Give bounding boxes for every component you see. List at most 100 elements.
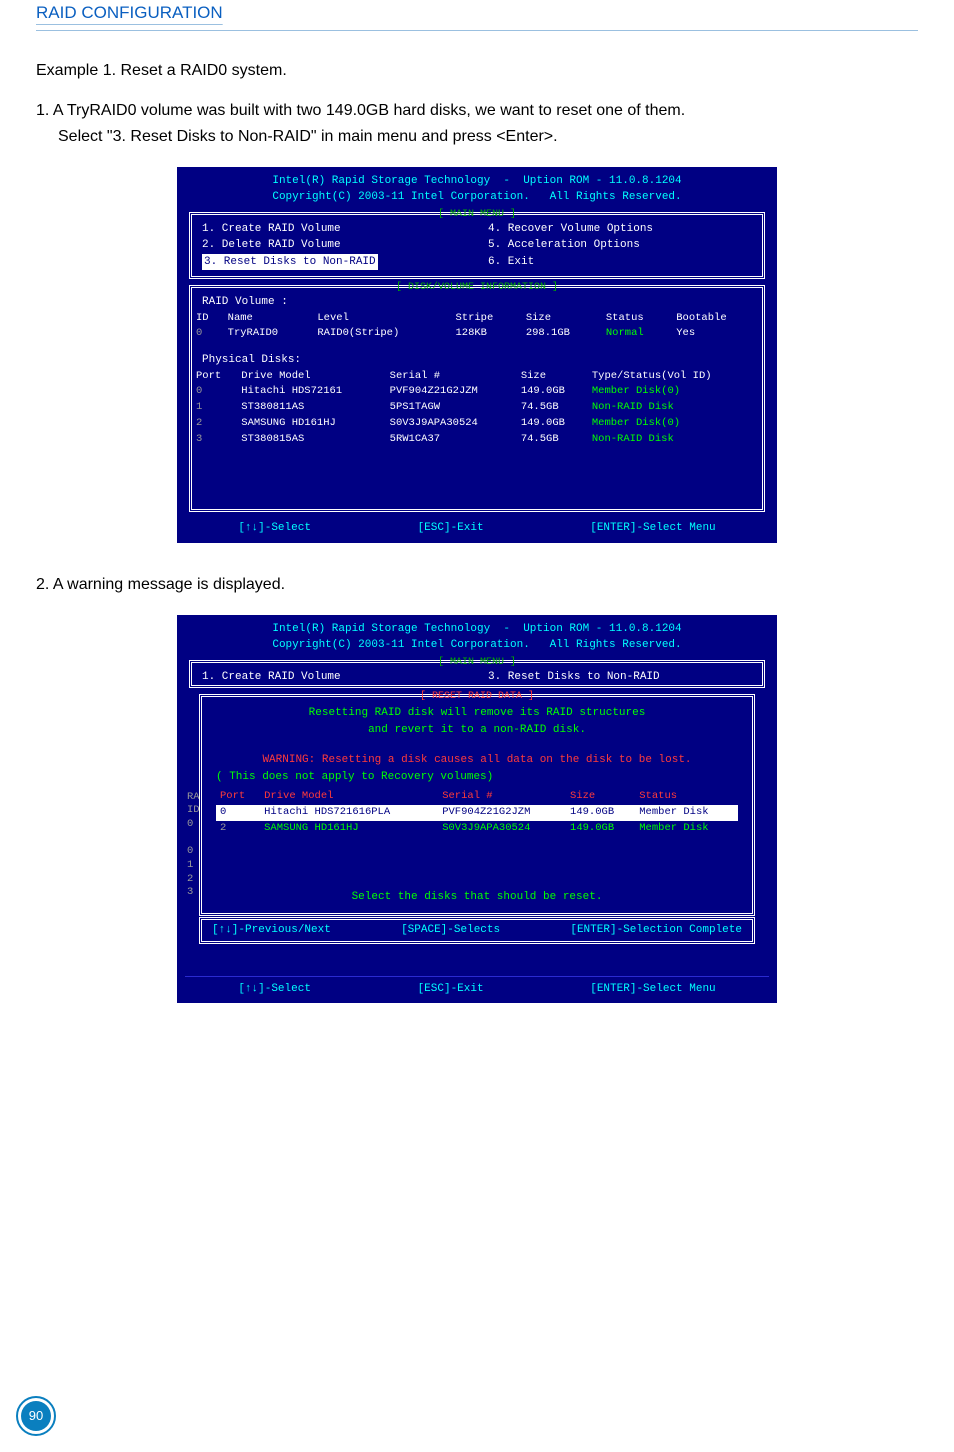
phys-disks-label: Physical Disks: bbox=[202, 352, 762, 369]
main-menu-label: [ MAIN MENU ] bbox=[434, 207, 520, 222]
page-number-badge: 90 bbox=[16, 1396, 56, 1436]
disk-info-label: [ DISK/VOLUME INFORMATION ] bbox=[392, 280, 562, 295]
left-margin-numbers: RA ID 0 0 1 2 3 bbox=[187, 791, 200, 900]
rtr0-serial: PVF904Z21G2JZM bbox=[438, 805, 566, 821]
section-title: RAID CONFIGURATION bbox=[36, 3, 223, 22]
reset-warning: WARNING: Resetting a disk causes all dat… bbox=[216, 752, 738, 769]
footer-exit: [ESC]-Exit bbox=[418, 520, 484, 537]
bios2-title-2: Copyright(C) 2003-11 Intel Corporation. … bbox=[185, 637, 769, 654]
pr3-model: ST380815AS bbox=[237, 432, 385, 448]
menu-item-reset-highlight: 3. Reset Disks to Non-RAID bbox=[202, 254, 378, 271]
inner-footer-space: [SPACE]-Selects bbox=[401, 922, 500, 939]
ph-port: Port bbox=[192, 369, 237, 385]
pr1-serial: 5PS1TAGW bbox=[386, 400, 517, 416]
raid-volume-label: RAID Volume : bbox=[202, 294, 762, 311]
rtr1-serial: S0V3J9APA30524 bbox=[438, 821, 566, 837]
rv-bootable: Yes bbox=[672, 326, 762, 342]
rtr0-port: 0 bbox=[216, 805, 260, 821]
rv-status: Normal bbox=[602, 326, 672, 342]
footer2-select: [↑↓]-Select bbox=[238, 981, 311, 998]
pr3-serial: 5RW1CA37 bbox=[386, 432, 517, 448]
pr2-serial: S0V3J9APA30524 bbox=[386, 416, 517, 432]
bios2-title-1: Intel(R) Rapid Storage Technology - Upti… bbox=[185, 621, 769, 638]
example-title: Example 1. Reset a RAID0 system. bbox=[36, 59, 918, 83]
rth-status: Status bbox=[635, 789, 738, 805]
menu-item-delete[interactable]: 2. Delete RAID Volume bbox=[202, 237, 466, 254]
bios-title-2: Copyright(C) 2003-11 Intel Corporation. … bbox=[185, 189, 769, 206]
rtr1-model: SAMSUNG HD161HJ bbox=[260, 821, 438, 837]
pr0-model: Hitachi HDS72161 bbox=[237, 384, 385, 400]
rtr0-model: Hitachi HDS721616PLA bbox=[260, 805, 438, 821]
main-menu-box: [ MAIN MENU ] 1. Create RAID Volume 2. D… bbox=[189, 212, 765, 280]
rv-name: TryRAID0 bbox=[224, 326, 314, 342]
pr2-port: 2 bbox=[192, 416, 237, 432]
inner-footer: [↑↓]-Previous/Next [SPACE]-Selects [ENTE… bbox=[199, 917, 755, 944]
pr2-type: Member Disk(0) bbox=[588, 416, 762, 432]
bios-screenshot-2: Intel(R) Rapid Storage Technology - Upti… bbox=[36, 615, 918, 1003]
rh-id: ID bbox=[192, 311, 224, 327]
footer2-exit: [ESC]-Exit bbox=[418, 981, 484, 998]
bios-title-1: Intel(R) Rapid Storage Technology - Upti… bbox=[185, 173, 769, 190]
menu-item-accel[interactable]: 5. Acceleration Options bbox=[488, 237, 752, 254]
step-1-line-1: 1. A TryRAID0 volume was built with two … bbox=[36, 99, 918, 123]
rth-port: Port bbox=[216, 789, 260, 805]
rh-level: Level bbox=[313, 311, 451, 327]
rh-bootable: Bootable bbox=[672, 311, 762, 327]
ph-size: Size bbox=[517, 369, 588, 385]
menu-item-reset[interactable]: 3. Reset Disks to Non-RAID bbox=[202, 254, 466, 271]
pr0-port: 0 bbox=[192, 384, 237, 400]
menu-item-create[interactable]: 1. Create RAID Volume bbox=[202, 221, 466, 238]
rth-model: Drive Model bbox=[260, 789, 438, 805]
reset-line-2: and revert it to a non-RAID disk. bbox=[216, 722, 738, 739]
main-menu-box-2: [ MAIN MENU ] 1. Create RAID Volume 3. R… bbox=[189, 660, 765, 689]
pr2-model: SAMSUNG HD161HJ bbox=[237, 416, 385, 432]
section-header: RAID CONFIGURATION bbox=[36, 0, 918, 31]
menu2-item-create[interactable]: 1. Create RAID Volume bbox=[202, 669, 466, 686]
pr3-size: 74.5GB bbox=[517, 432, 588, 448]
rh-stripe: Stripe bbox=[451, 311, 521, 327]
pr2-size: 149.0GB bbox=[517, 416, 588, 432]
rtr0-size: 149.0GB bbox=[566, 805, 635, 821]
pr0-serial: PVF904Z21G2JZM bbox=[386, 384, 517, 400]
reset-select-prompt: Select the disks that should be reset. bbox=[216, 889, 738, 906]
reset-line-1: Resetting RAID disk will remove its RAID… bbox=[216, 705, 738, 722]
menu2-item-reset[interactable]: 3. Reset Disks to Non-RAID bbox=[488, 669, 752, 686]
ph-serial: Serial # bbox=[386, 369, 517, 385]
inner-footer-enter: [ENTER]-Selection Complete bbox=[570, 922, 742, 939]
bios-footer-2: [↑↓]-Select [ESC]-Exit [ENTER]-Select Me… bbox=[185, 976, 769, 1000]
reset-row-selected[interactable]: 0 Hitachi HDS721616PLA PVF904Z21G2JZM 14… bbox=[216, 805, 738, 821]
step-2: 2. A warning message is displayed. bbox=[36, 573, 918, 597]
pr0-type: Member Disk(0) bbox=[588, 384, 762, 400]
raid-volume-table: ID Name Level Stripe Size Status Bootabl… bbox=[192, 311, 762, 343]
disk-info-box: [ DISK/VOLUME INFORMATION ] RAID Volume … bbox=[189, 285, 765, 512]
bios-panel-1: Intel(R) Rapid Storage Technology - Upti… bbox=[177, 167, 777, 543]
rv-stripe: 128KB bbox=[451, 326, 521, 342]
pr3-type: Non-RAID Disk bbox=[588, 432, 762, 448]
rh-size: Size bbox=[522, 311, 602, 327]
phys-disks-table: Port Drive Model Serial # Size Type/Stat… bbox=[192, 369, 762, 448]
inner-footer-prev: [↑↓]-Previous/Next bbox=[212, 922, 331, 939]
ph-model: Drive Model bbox=[237, 369, 385, 385]
rth-serial: Serial # bbox=[438, 789, 566, 805]
reset-row-2[interactable]: 2 SAMSUNG HD161HJ S0V3J9APA30524 149.0GB… bbox=[216, 821, 738, 837]
pr1-type: Non-RAID Disk bbox=[588, 400, 762, 416]
pr1-model: ST380811AS bbox=[237, 400, 385, 416]
footer2-enter: [ENTER]-Select Menu bbox=[590, 981, 715, 998]
page-number: 90 bbox=[21, 1401, 51, 1431]
footer-select: [↑↓]-Select bbox=[238, 520, 311, 537]
bios-footer-1: [↑↓]-Select [ESC]-Exit [ENTER]-Select Me… bbox=[185, 520, 769, 539]
rv-id: 0 bbox=[192, 326, 224, 342]
rh-status: Status bbox=[602, 311, 672, 327]
rtr0-status: Member Disk bbox=[635, 805, 738, 821]
menu-item-recover[interactable]: 4. Recover Volume Options bbox=[488, 221, 752, 238]
rtr1-size: 149.0GB bbox=[566, 821, 635, 837]
pr1-size: 74.5GB bbox=[517, 400, 588, 416]
rtr1-port: 2 bbox=[216, 821, 260, 837]
reset-raid-box-bottom: WARNING: Resetting a disk causes all dat… bbox=[199, 744, 755, 916]
step-1-line-2: Select "3. Reset Disks to Non-RAID" in m… bbox=[58, 125, 918, 149]
pr1-port: 1 bbox=[192, 400, 237, 416]
rv-level: RAID0(Stripe) bbox=[313, 326, 451, 342]
reset-raid-box-top: [ RESET RAID DATA ] Resetting RAID disk … bbox=[199, 694, 755, 738]
menu-item-exit[interactable]: 6. Exit bbox=[488, 254, 752, 271]
rh-name: Name bbox=[224, 311, 314, 327]
